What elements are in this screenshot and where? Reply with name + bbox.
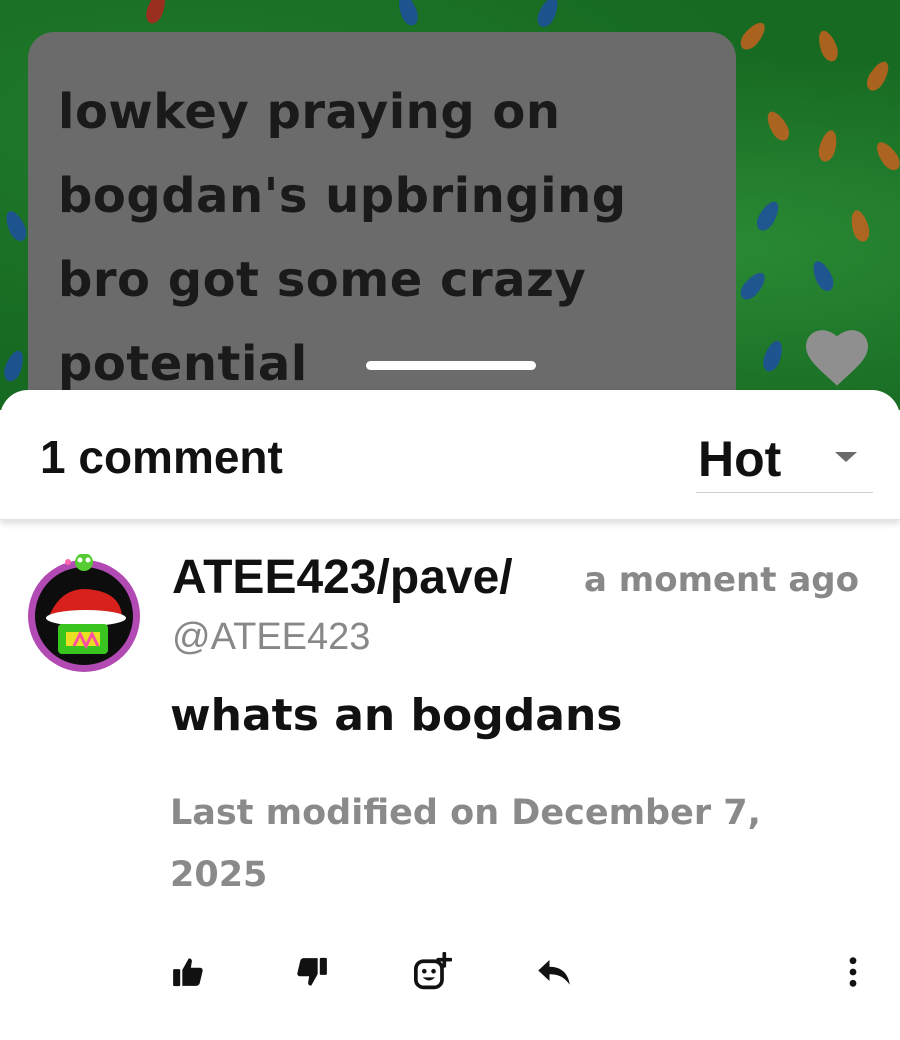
decor-bulb (872, 138, 900, 174)
comment-author[interactable]: ATEE423/pave/ (172, 550, 558, 610)
comment-timestamp: a moment ago (584, 560, 859, 600)
decor-bulb (816, 128, 840, 164)
add-reaction-icon[interactable] (408, 948, 456, 996)
author-fade (528, 550, 564, 610)
comment-count: 1 comment (40, 431, 283, 483)
decor-bulb (1, 208, 31, 244)
comment-item: ATEE423/pave/ a moment ago @ATEE423 what… (0, 540, 900, 1040)
decor-bulb (815, 28, 841, 64)
decor-bulb (395, 0, 421, 28)
comments-header: 1 comment Hot (0, 390, 900, 520)
last-modified: Last modified on December 7, 2025 (170, 793, 761, 895)
sort-selected-label: Hot (698, 431, 782, 487)
decor-bulb (736, 18, 770, 54)
thumbs-down-icon[interactable] (288, 948, 336, 996)
post-text: lowkey praying on bogdan's upbringing br… (58, 84, 627, 392)
decor-bulb (848, 208, 872, 244)
reply-icon[interactable] (530, 948, 578, 996)
decor-bulb (763, 108, 793, 144)
comment-actions (0, 948, 900, 1008)
sheet-drag-handle[interactable] (366, 361, 536, 370)
decor-bulb (863, 58, 893, 94)
avatar[interactable] (24, 553, 144, 674)
thumbs-up-icon[interactable] (164, 948, 212, 996)
comment-handle[interactable]: @ATEE423 (172, 616, 370, 659)
decor-bulb (808, 258, 838, 294)
decor-bulb (533, 0, 563, 30)
heart-icon[interactable] (803, 325, 871, 387)
comments-sheet: 1 comment Hot ATEE423/pave/ a moment ago… (0, 390, 900, 1040)
chevron-down-icon (835, 452, 857, 462)
decor-bulb (753, 198, 783, 234)
decor-bulb (760, 338, 786, 374)
sort-dropdown[interactable]: Hot (696, 418, 873, 493)
decor-bulb (736, 268, 770, 304)
more-vertical-icon[interactable] (829, 948, 877, 996)
comment-body: whats an bogdans (170, 690, 623, 741)
decor-bulb (1, 348, 27, 384)
decor-bulb (143, 0, 169, 26)
